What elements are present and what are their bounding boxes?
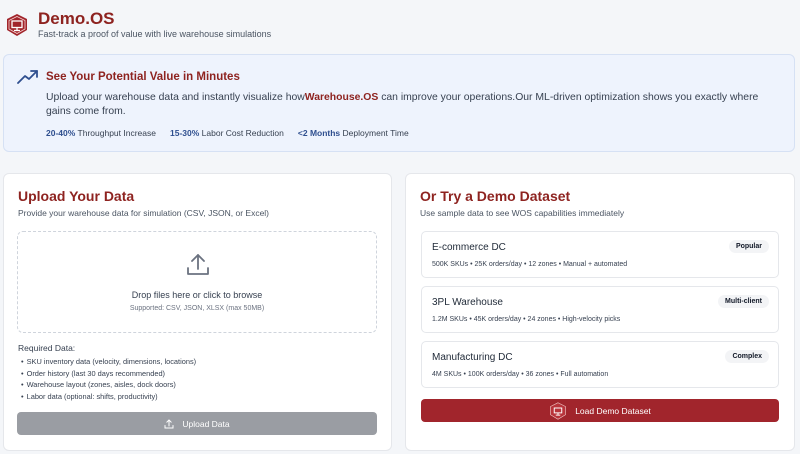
app-title: Demo.OS — [38, 9, 115, 28]
banner-body-prefix: Upload your warehouse data and instantly… — [46, 92, 305, 103]
stat-value: 20-40% — [46, 128, 76, 138]
dataset-details: 1.2M SKUs • 45K orders/day • 24 zones • … — [432, 316, 621, 323]
dataset-name: 3PL Warehouse — [432, 297, 503, 308]
stat-throughput: 20-40% Throughput Increase — [46, 128, 156, 138]
required-data-list: SKU inventory data (velocity, dimensions… — [21, 356, 197, 403]
dataset-option-3pl-warehouse[interactable]: 3PL Warehouse 1.2M SKUs • 45K orders/day… — [421, 286, 779, 333]
upload-card-title: Upload Your Data — [18, 188, 135, 204]
stat-label: Deployment Time — [342, 128, 409, 138]
load-demo-dataset-button[interactable]: Load Demo Dataset — [421, 399, 779, 422]
list-item: Warehouse layout (zones, aisles, dock do… — [21, 379, 196, 391]
app-tagline: Fast-track a proof of value with live wa… — [38, 29, 272, 39]
dataset-badge: Multi-client — [718, 295, 769, 308]
upload-icon — [164, 419, 174, 428]
demo-card-title: Or Try a Demo Dataset — [420, 188, 571, 204]
logo-icon — [7, 14, 27, 36]
stats-row: 20-40% Throughput Increase 15-30% Labor … — [46, 128, 409, 138]
dataset-badge: Popular — [728, 240, 769, 253]
demo-card-subtitle: Use sample data to see WOS capabilities … — [420, 208, 625, 218]
app-header: Demo.OS Fast-track a proof of value with… — [0, 0, 800, 50]
stat-value: 15-30% — [169, 128, 200, 138]
dataset-name: E-commerce DC — [432, 242, 506, 253]
upload-button-label: Upload Data — [182, 418, 230, 429]
list-item: SKU inventory data (velocity, dimensions… — [21, 356, 197, 368]
banner-brand-name: Warehouse.OS — [304, 92, 379, 103]
demo-dataset-card: Or Try a Demo Dataset Use sample data to… — [405, 173, 795, 451]
stat-label: Labor Cost Reduction — [201, 128, 284, 138]
stat-deployment: <2 Months Deployment Time — [298, 128, 409, 138]
stat-labor-cost: 15-30% Labor Cost Reduction — [170, 128, 284, 138]
dropzone-text: Drop files here or click to browse — [131, 290, 263, 300]
banner-description: Upload your warehouse data and instantly… — [46, 91, 776, 119]
upload-data-button[interactable]: Upload Data — [17, 412, 377, 435]
upload-data-card: Upload Your Data Provide your warehouse … — [3, 173, 392, 451]
stat-value: <2 Months — [297, 128, 341, 138]
dataset-badge: Complex — [725, 350, 769, 363]
stat-label: Throughput Increase — [77, 128, 156, 138]
dropzone-hint: Supported: CSV, JSON, XLSX (max 50MB) — [129, 305, 265, 312]
banner-title: See Your Potential Value in Minutes — [46, 71, 240, 83]
presentation-icon — [550, 401, 566, 420]
dataset-details: 500K SKUs • 25K orders/day • 12 zones • … — [432, 261, 628, 268]
list-item: Order history (last 30 days recommended) — [21, 368, 196, 380]
dataset-option-manufacturing-dc[interactable]: Manufacturing DC 4M SKUs • 100K orders/d… — [421, 341, 779, 388]
dataset-name: Manufacturing DC — [432, 352, 513, 363]
upload-card-subtitle: Provide your warehouse data for simulati… — [18, 208, 270, 218]
trending-up-icon — [17, 70, 38, 84]
list-item: Labor data (optional: shifts, productivi… — [21, 391, 196, 403]
upload-icon — [187, 254, 209, 275]
dataset-option-ecommerce-dc[interactable]: E-commerce DC 500K SKUs • 25K orders/day… — [421, 231, 779, 278]
value-banner: See Your Potential Value in Minutes Uplo… — [3, 54, 795, 152]
demo-button-label: Load Demo Dataset — [575, 405, 651, 416]
file-dropzone[interactable]: Drop files here or click to browse Suppo… — [17, 231, 377, 333]
dataset-details: 4M SKUs • 100K orders/day • 36 zones • F… — [432, 371, 609, 378]
required-data-title: Required Data: — [18, 343, 76, 353]
